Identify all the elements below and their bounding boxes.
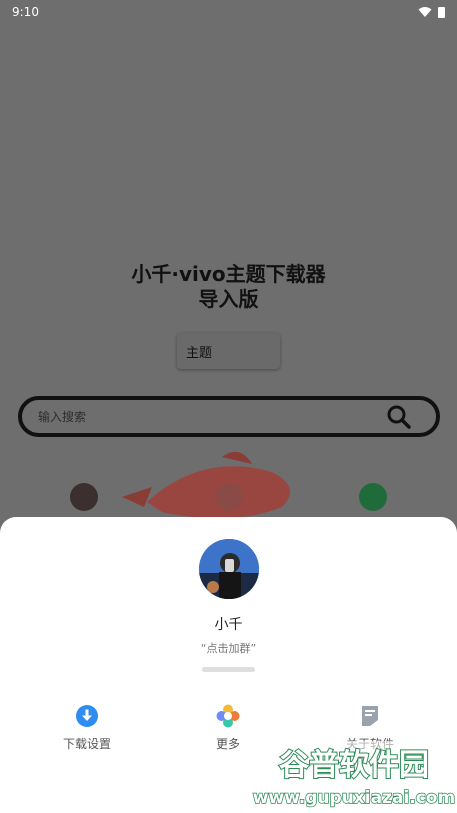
avatar[interactable] — [199, 539, 259, 599]
theme-button[interactable]: 主题 — [177, 333, 280, 369]
download-settings-label: 下载设置 — [62, 737, 111, 751]
search-icon[interactable] — [386, 404, 412, 430]
search-input[interactable]: 输入搜索 — [38, 408, 86, 425]
svg-text:www.gupuxiazai.com: www.gupuxiazai.com — [253, 788, 455, 808]
status-bar: 9:10 — [0, 0, 457, 24]
fish-illustration — [122, 452, 290, 519]
watermark-logo: 谷普软件园 www.gupuxiazai.com — [251, 741, 457, 813]
avatar-image — [199, 539, 259, 599]
more-icon — [216, 704, 240, 728]
more-label: 更多 — [215, 737, 240, 751]
drag-handle[interactable] — [202, 667, 255, 672]
about-icon — [362, 706, 378, 726]
profile-name: 小千 — [214, 617, 243, 633]
battery-icon — [438, 6, 445, 18]
join-group-link[interactable]: “点击加群” — [0, 640, 457, 656]
search-bar[interactable]: 输入搜索 — [18, 396, 440, 437]
status-time: 9:10 — [12, 5, 39, 19]
download-icon — [70, 483, 98, 511]
status-icons — [418, 6, 445, 18]
svg-text:谷普软件园: 谷普软件园 — [279, 748, 429, 783]
app-title: 小千·vivo主题下载器 导入版 — [0, 262, 457, 312]
wifi-icon — [418, 7, 432, 17]
app-icon — [215, 483, 243, 511]
download-settings-button[interactable]: 下载设置 — [42, 704, 132, 752]
app-title-line2: 导入版 — [198, 287, 259, 311]
chat-icon — [359, 483, 387, 511]
download-icon — [76, 705, 98, 727]
app-title-line1: 小千·vivo主题下载器 — [131, 262, 326, 286]
